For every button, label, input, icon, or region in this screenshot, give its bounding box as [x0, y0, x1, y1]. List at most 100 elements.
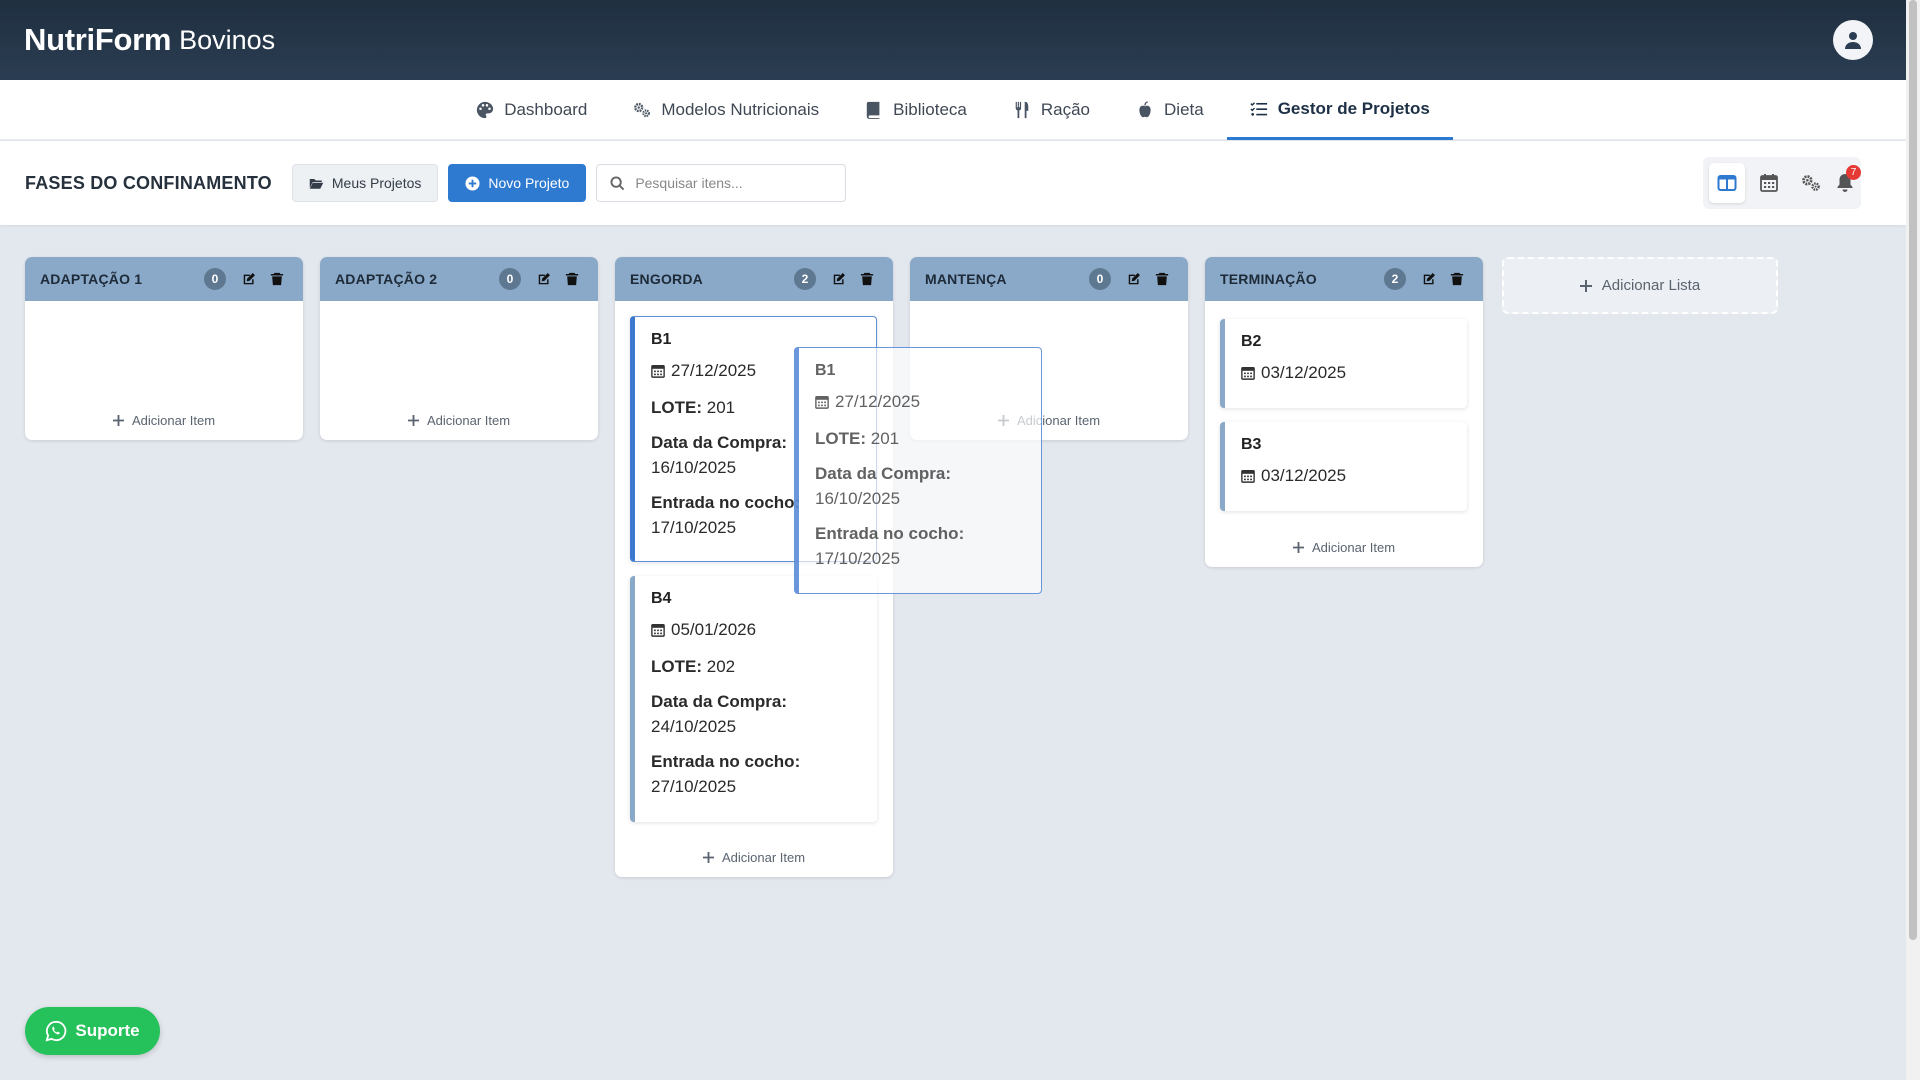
edit-icon	[243, 273, 255, 285]
search-input[interactable]	[635, 175, 826, 191]
tab-label: Dieta	[1164, 100, 1204, 119]
tab-label: Ração	[1040, 100, 1091, 119]
edit-icon	[833, 273, 845, 285]
card-compra: Data da Compra: 24/10/2025	[651, 689, 861, 739]
gears-icon	[634, 102, 651, 118]
tab-label: Modelos Nutricionais	[661, 100, 820, 119]
edit-list-button[interactable]	[238, 268, 260, 290]
edit-icon	[1128, 273, 1140, 285]
add-item-label: Adicionar Item	[131, 412, 216, 428]
lote-value: 201	[706, 398, 736, 417]
board-title: FASES DO CONFINAMENTO	[25, 172, 272, 193]
tab-label: Gestor de Projetos	[1277, 98, 1430, 118]
entrada-value: 17/10/2025	[651, 518, 737, 537]
tab-dashboard[interactable]: Dashboard	[453, 80, 610, 140]
tab-biblioteca[interactable]: Biblioteca	[842, 80, 990, 140]
trash-icon	[1155, 272, 1169, 286]
novo-projeto-button[interactable]: Novo Projeto	[448, 164, 587, 202]
delete-list-button[interactable]	[266, 268, 288, 290]
edit-list-button[interactable]	[533, 268, 555, 290]
column-title: TERMINAÇÃO	[1220, 271, 1317, 287]
tab-racao[interactable]: Ração	[990, 80, 1113, 140]
calendar-icon	[651, 624, 665, 637]
settings-button[interactable]	[1793, 163, 1829, 203]
calendar-icon	[1241, 470, 1255, 483]
palette-icon	[477, 101, 494, 119]
edit-icon	[538, 273, 550, 285]
user-avatar-button[interactable]	[1833, 20, 1873, 60]
add-item-button[interactable]: Adicionar Item	[615, 837, 893, 877]
notifications-button[interactable]: 7	[1835, 163, 1862, 203]
add-list-label: Adicionar Lista	[1601, 277, 1701, 294]
card-date-value: 05/01/2026	[671, 620, 757, 639]
lote-value: 201	[870, 429, 900, 448]
support-label: Suporte	[75, 1021, 140, 1040]
edit-list-button[interactable]	[1123, 268, 1145, 290]
column-header[interactable]: ADAPTAÇÃO 1 0	[25, 257, 303, 301]
delete-list-button[interactable]	[856, 268, 878, 290]
add-item-label: Adicionar Item	[1311, 539, 1396, 555]
item-card[interactable]: B3 03/12/2025	[1220, 422, 1467, 511]
calendar-view-button[interactable]	[1751, 163, 1787, 203]
dragging-card-preview[interactable]: B1 27/12/2025 LOTE: 201 Data da Compra: 1…	[794, 347, 1042, 594]
apple-icon	[1139, 101, 1151, 118]
column-header[interactable]: TERMINAÇÃO 2	[1205, 257, 1483, 301]
compra-value: 16/10/2025	[651, 458, 737, 477]
support-button[interactable]: Suporte	[25, 1007, 160, 1055]
tab-modelos-nutricionais[interactable]: Modelos Nutricionais	[610, 80, 842, 140]
card-title: B1	[815, 362, 836, 379]
trash-icon	[860, 272, 874, 286]
delete-list-button[interactable]	[1151, 268, 1173, 290]
tab-dieta[interactable]: Dieta	[1113, 80, 1227, 140]
main-nav: Dashboard Modelos Nutricionais Bibliotec…	[0, 80, 1906, 140]
list-column: ADAPTAÇÃO 1 0 Adicionar Item	[25, 257, 303, 440]
column-header[interactable]: MANTENÇA 0	[910, 257, 1188, 301]
edit-list-button[interactable]	[828, 268, 850, 290]
item-card[interactable]: B4 05/01/2026 LOTE: 202 Data da Compra: 2…	[630, 576, 877, 822]
entrada-value: 17/10/2025	[815, 549, 901, 568]
card-date-value: 03/12/2025	[1261, 466, 1347, 485]
plus-icon	[112, 414, 124, 426]
meus-projetos-button[interactable]: Meus Projetos	[291, 164, 439, 202]
plus-icon	[1292, 541, 1304, 553]
book-icon	[866, 101, 880, 119]
card-date-value: 03/12/2025	[1261, 363, 1347, 382]
user-icon	[1845, 32, 1861, 49]
add-item-button[interactable]: Adicionar Item	[320, 400, 598, 440]
gears-icon	[1802, 175, 1820, 191]
tab-gestor-de-projetos[interactable]: Gestor de Projetos	[1226, 80, 1453, 140]
item-count-badge: 2	[794, 268, 816, 290]
delete-list-button[interactable]	[1446, 268, 1468, 290]
folder-open-icon	[309, 178, 324, 189]
card-date: 05/01/2026	[651, 620, 861, 640]
view-switcher: 7	[1703, 157, 1862, 209]
page-scrollbar[interactable]	[1906, 0, 1920, 1080]
scrollbar-thumb[interactable]	[1909, 0, 1917, 940]
calendar-icon	[1241, 367, 1255, 380]
add-item-button[interactable]: Adicionar Item	[1205, 527, 1483, 567]
brand-logo[interactable]: NutriForm	[24, 22, 171, 58]
list-column: ADAPTAÇÃO 2 0 Adicionar Item	[320, 257, 598, 440]
edit-list-button[interactable]	[1418, 268, 1440, 290]
card-date: 03/12/2025	[1241, 466, 1451, 486]
column-title: ADAPTAÇÃO 2	[335, 271, 438, 287]
column-header[interactable]: ENGORDA 2	[615, 257, 893, 301]
card-title: B2	[1241, 333, 1262, 350]
whatsapp-icon	[45, 1020, 67, 1042]
entrada-label: Entrada no cocho:	[651, 752, 801, 771]
trash-icon	[565, 272, 579, 286]
tab-label: Dashboard	[504, 100, 588, 119]
column-header[interactable]: ADAPTAÇÃO 2 0	[320, 257, 598, 301]
compra-value: 16/10/2025	[815, 489, 901, 508]
item-card[interactable]: B2 03/12/2025	[1220, 319, 1467, 408]
card-date-value: 27/12/2025	[671, 361, 757, 380]
entrada-label: Entrada no cocho:	[815, 524, 965, 543]
add-list-button[interactable]: Adicionar Lista	[1502, 257, 1778, 314]
delete-list-button[interactable]	[561, 268, 583, 290]
lote-label: LOTE:	[651, 398, 702, 417]
compra-label: Data da Compra:	[651, 433, 788, 452]
calendar-icon	[815, 396, 829, 409]
add-item-button[interactable]: Adicionar Item	[25, 400, 303, 440]
item-count-badge: 0	[499, 268, 521, 290]
board-view-button[interactable]	[1709, 163, 1746, 203]
